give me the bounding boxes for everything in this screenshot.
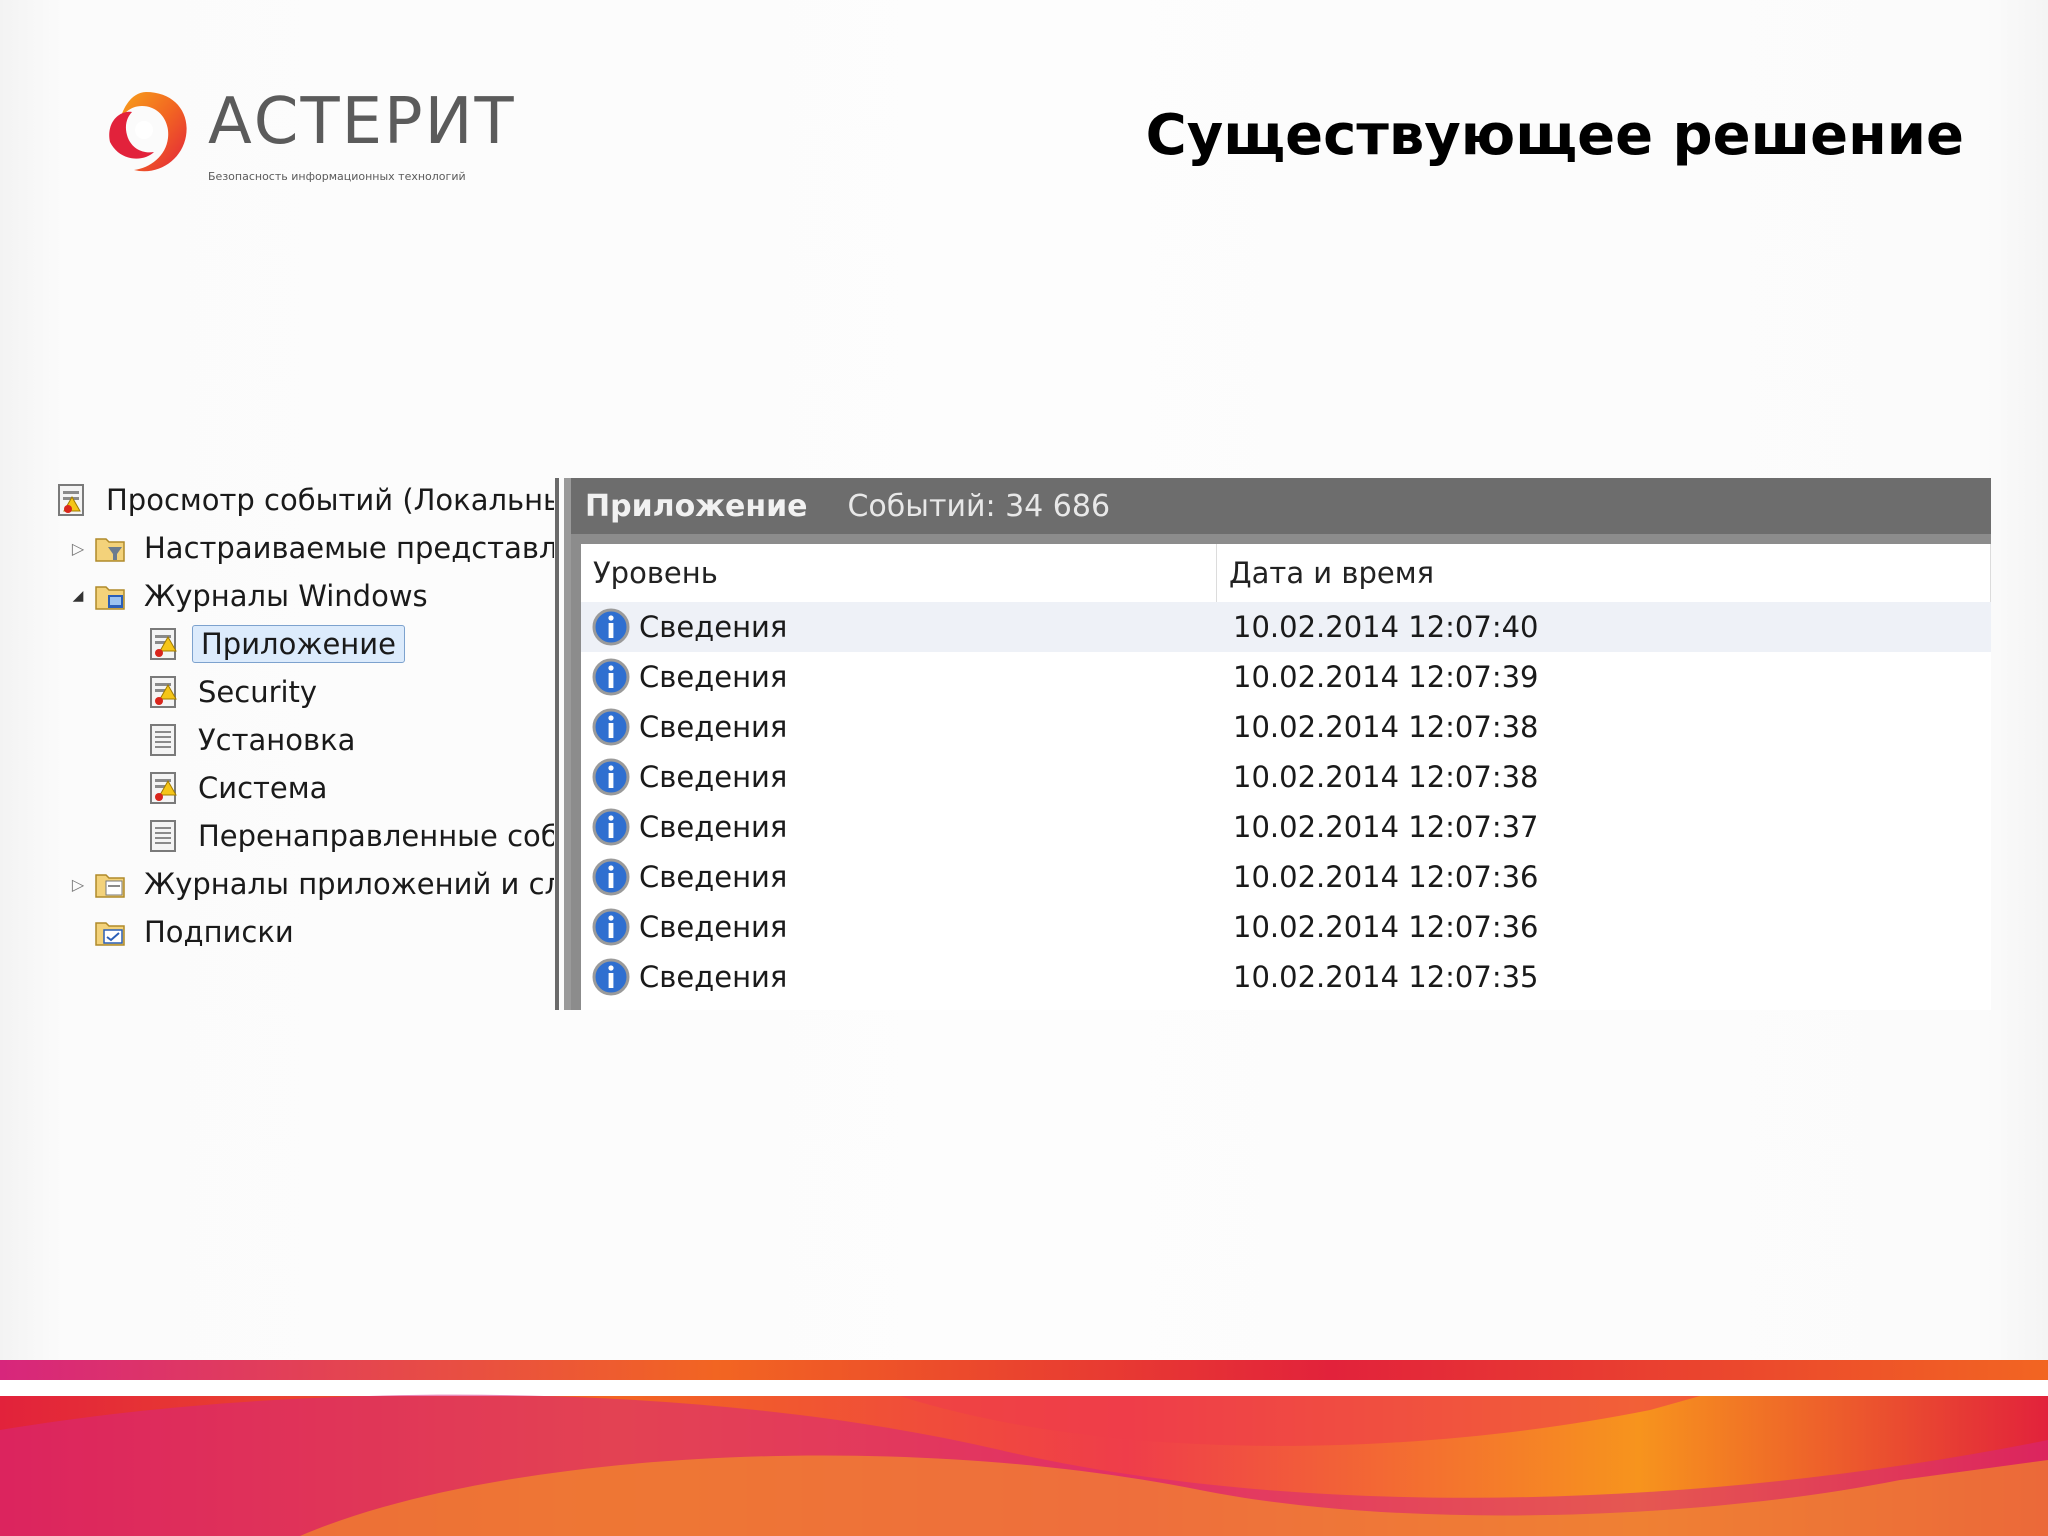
- datetime-cell: 10.02.2014 12:07:39: [1233, 660, 1539, 694]
- info-icon: [592, 908, 630, 946]
- pane-frame: Уровень Дата и время Сведения 10.02.2014…: [571, 534, 1991, 1010]
- level-cell: Сведения: [581, 957, 1217, 997]
- event-viewer-icon: [58, 484, 84, 516]
- level-text: Сведения: [639, 760, 788, 794]
- event-viewer-tree: Просмотр событий (Локальны ▷ Настраиваем…: [54, 478, 554, 1008]
- table-row[interactable]: Сведения 10.02.2014 12:07:39: [581, 652, 1991, 702]
- column-header-datetime[interactable]: Дата и время: [1217, 544, 1991, 602]
- tree-item-label: Установка: [198, 723, 356, 757]
- event-log-icon: [150, 724, 176, 756]
- info-icon: [592, 708, 630, 746]
- datetime-cell: 10.02.2014 12:07:40: [1233, 610, 1539, 644]
- table-row[interactable]: Сведения 10.02.2014 12:07:38: [581, 752, 1991, 802]
- tree-item-label: Security: [198, 675, 318, 709]
- info-icon: [592, 658, 630, 696]
- tree-item-label: Система: [198, 771, 328, 805]
- event-log-warning-icon: [150, 676, 177, 708]
- table-header: Уровень Дата и время: [581, 544, 1991, 603]
- level-cell: Сведения: [581, 907, 1217, 947]
- tree-item-label: Журналы приложений и сл: [144, 867, 554, 901]
- level-cell: Сведения: [581, 607, 1217, 647]
- table-row[interactable]: Сведения 10.02.2014 12:07:40: [581, 602, 1991, 652]
- tree-item-label: Журналы Windows: [144, 579, 428, 613]
- level-cell: Сведения: [581, 707, 1217, 747]
- event-log-icon: [150, 820, 176, 852]
- info-icon: [592, 608, 630, 646]
- event-log-warning-icon: [150, 628, 177, 660]
- table-row[interactable]: Сведения 10.02.2014 12:07:36: [581, 852, 1991, 902]
- level-text: Сведения: [639, 710, 788, 744]
- info-icon: [592, 758, 630, 796]
- level-cell: Сведения: [581, 657, 1217, 697]
- slide-title: Существующее решение: [1145, 103, 1964, 168]
- tree-item-security[interactable]: Security: [148, 670, 323, 714]
- datetime-cell: 10.02.2014 12:07:36: [1233, 860, 1539, 894]
- events-table: Уровень Дата и время Сведения 10.02.2014…: [581, 544, 1991, 1010]
- datetime-cell: 10.02.2014 12:07:38: [1233, 710, 1539, 744]
- logo-wordmark: АСТЕРИТ: [208, 85, 516, 159]
- logo-mark-icon: [109, 92, 187, 172]
- decorative-wave-band: [0, 1360, 2048, 1536]
- windows-folder-icon: [95, 586, 125, 610]
- tree-item-label: Подписки: [144, 915, 294, 949]
- tree-item-forwarded-events[interactable]: Перенаправленные соб: [148, 814, 554, 858]
- company-logo: АСТЕРИТ Безопасность информационных техн…: [96, 80, 546, 200]
- tree-item-label: Перенаправленные соб: [198, 819, 554, 853]
- level-text: Сведения: [639, 960, 788, 994]
- table-row[interactable]: Сведения 10.02.2014 12:07:37: [581, 802, 1991, 852]
- level-text: Сведения: [639, 660, 788, 694]
- event-count: Событий: 34 686: [847, 488, 1111, 524]
- datetime-cell: 10.02.2014 12:07:36: [1233, 910, 1539, 944]
- table-row[interactable]: Сведения 10.02.2014 12:07:36: [581, 902, 1991, 952]
- expand-arrow-icon[interactable]: ▷: [68, 874, 88, 894]
- tree-item-custom-views[interactable]: ▷ Настраиваемые представле: [68, 526, 554, 570]
- folder-icon: [95, 874, 125, 898]
- tree-item-setup[interactable]: Установка: [148, 718, 361, 762]
- level-cell: Сведения: [581, 857, 1217, 897]
- level-cell: Сведения: [581, 757, 1217, 797]
- subscriptions-icon: [95, 922, 125, 946]
- datetime-cell: 10.02.2014 12:07:35: [1233, 960, 1539, 994]
- pane-header: Приложение Событий: 34 686: [571, 478, 1991, 534]
- pane-splitter[interactable]: [555, 478, 559, 1010]
- level-text: Сведения: [639, 810, 788, 844]
- table-row[interactable]: Сведения 10.02.2014 12:07:38: [581, 702, 1991, 752]
- tree-item-label: Приложение: [192, 625, 405, 663]
- tree-item-windows-logs[interactable]: ◢ Журналы Windows: [68, 574, 434, 618]
- datetime-cell: 10.02.2014 12:07:37: [1233, 810, 1539, 844]
- info-icon: [592, 858, 630, 896]
- events-pane: Приложение Событий: 34 686 Уровень Дата …: [571, 478, 1991, 1010]
- info-icon: [592, 808, 630, 846]
- column-header-level[interactable]: Уровень: [581, 544, 1217, 602]
- tree-item-app-service-logs[interactable]: ▷ Журналы приложений и сл: [68, 862, 554, 906]
- logo-tagline: Безопасность информационных технологий: [208, 170, 466, 183]
- pane-title: Приложение: [585, 488, 808, 524]
- collapse-arrow-icon[interactable]: ◢: [68, 586, 88, 606]
- filter-folder-icon: [95, 538, 125, 562]
- tree-item-label: Настраиваемые представле: [144, 531, 554, 565]
- level-text: Сведения: [639, 610, 788, 644]
- info-icon: [592, 958, 630, 996]
- expand-arrow-icon[interactable]: ▷: [68, 538, 88, 558]
- level-text: Сведения: [639, 860, 788, 894]
- datetime-cell: 10.02.2014 12:07:38: [1233, 760, 1539, 794]
- tree-item-application[interactable]: Приложение: [148, 622, 405, 666]
- tree-item-subscriptions[interactable]: Подписки: [94, 910, 300, 954]
- tree-root[interactable]: Просмотр событий (Локальны: [56, 478, 554, 522]
- level-text: Сведения: [639, 910, 788, 944]
- table-row[interactable]: Сведения 10.02.2014 12:07:35: [581, 952, 1991, 1002]
- level-cell: Сведения: [581, 807, 1217, 847]
- tree-item-system[interactable]: Система: [148, 766, 333, 810]
- event-log-warning-icon: [150, 772, 177, 804]
- pane-border: [564, 478, 571, 1010]
- tree-root-label: Просмотр событий (Локальны: [106, 483, 554, 517]
